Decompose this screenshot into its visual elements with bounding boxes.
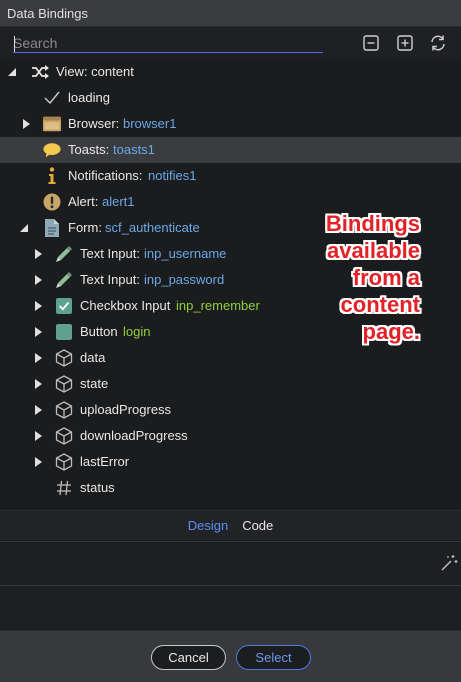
tree-item-label: Browser: <box>68 116 120 131</box>
tree-item-data[interactable]: data <box>0 345 461 371</box>
binding-editor[interactable] <box>0 541 461 586</box>
tree-item-label: lastError <box>80 454 130 469</box>
plus-square-icon <box>397 35 413 51</box>
speech-bubble-icon <box>43 141 61 159</box>
refresh-button[interactable] <box>429 34 447 52</box>
tree-item-value: inp_remember <box>176 298 260 313</box>
browser-window-icon <box>43 115 61 133</box>
collapsed-arrow-icon[interactable] <box>33 327 43 337</box>
tree-item-value: scf_authenticate <box>105 220 200 235</box>
search-input[interactable] <box>13 33 323 53</box>
view-tabs: Design Code <box>0 510 461 540</box>
tree-item-browser[interactable]: Browser: browser1 <box>0 111 461 137</box>
annotation-line: content <box>340 292 420 317</box>
tree-item-value: inp_password <box>144 272 225 287</box>
collapsed-arrow-icon[interactable] <box>33 405 43 415</box>
title-bar: Data Bindings <box>0 0 461 27</box>
tree-item-label: View: content <box>56 64 134 79</box>
check-icon <box>43 89 61 107</box>
tree-item-value: notifies1 <box>148 168 197 183</box>
tree-item-notifications[interactable]: Notifications: notifies1 <box>0 163 461 189</box>
annotation-line: available <box>327 238 420 263</box>
binding-preview <box>0 586 461 630</box>
select-button[interactable]: Select <box>236 645 311 670</box>
annotation-line: Bindings <box>325 211 420 236</box>
cube-icon <box>55 427 73 445</box>
tab-design[interactable]: Design <box>188 518 228 533</box>
collapsed-arrow-icon[interactable] <box>33 431 43 441</box>
cube-icon <box>55 401 73 419</box>
annotation-callout: Bindings available from a content page. <box>300 210 420 345</box>
tree-item-label: Toasts: <box>68 142 110 157</box>
cube-icon <box>55 375 73 393</box>
text-caret <box>14 36 15 52</box>
tree-item-label: status <box>80 480 115 495</box>
button-icon <box>55 323 73 341</box>
alert-icon <box>43 193 61 211</box>
tree-item-label: Text Input: <box>80 246 140 261</box>
collapse-all-button[interactable] <box>362 34 380 52</box>
tree-item-label: uploadProgress <box>80 402 172 417</box>
minus-square-icon <box>363 35 379 51</box>
tree-item-loading[interactable]: loading <box>0 85 461 111</box>
hash-icon <box>55 479 73 497</box>
shuffle-icon <box>31 63 49 81</box>
dialog-footer: Cancel Select <box>0 630 461 682</box>
annotation-line: from a <box>352 265 420 290</box>
checkbox-icon <box>55 297 73 315</box>
refresh-icon <box>431 35 445 51</box>
tree-item-value: toasts1 <box>113 142 155 157</box>
tree-item-label: downloadProgress <box>80 428 188 443</box>
tree-item-label: Button <box>80 324 118 339</box>
tree-item-label: Checkbox Input <box>80 298 171 313</box>
collapsed-arrow-icon[interactable] <box>21 119 31 129</box>
collapsed-arrow-icon[interactable] <box>33 379 43 389</box>
expand-all-button[interactable] <box>396 34 414 52</box>
collapsed-arrow-icon[interactable] <box>33 275 43 285</box>
tree-item-state[interactable]: state <box>0 371 461 397</box>
collapsed-arrow-icon[interactable] <box>33 457 43 467</box>
tree-item-value: alert1 <box>102 194 135 209</box>
search-bar <box>0 27 461 59</box>
magic-wand-icon[interactable] <box>440 554 458 572</box>
document-icon <box>43 219 61 237</box>
collapsed-arrow-icon[interactable] <box>33 353 43 363</box>
cancel-button[interactable]: Cancel <box>151 645 226 670</box>
tree-item-label: state <box>80 376 109 391</box>
tree-item-download-progress[interactable]: downloadProgress <box>0 423 461 449</box>
tree-item-value: browser1 <box>123 116 177 131</box>
tree-item-value: login <box>123 324 151 339</box>
cube-icon <box>55 453 73 471</box>
tree-item-upload-progress[interactable]: uploadProgress <box>0 397 461 423</box>
tree-item-label: Form: <box>68 220 102 235</box>
expanded-arrow-icon[interactable] <box>19 223 29 233</box>
tree-item-label: Notifications: <box>68 168 143 183</box>
cube-icon <box>55 349 73 367</box>
tree-item-last-error[interactable]: lastError <box>0 449 461 475</box>
window-title: Data Bindings <box>7 6 88 21</box>
tree-item-toasts[interactable]: Toasts: toasts1 <box>0 137 461 163</box>
info-icon <box>43 167 61 185</box>
tree-item-value: inp_username <box>144 246 227 261</box>
pencil-icon <box>55 271 73 289</box>
tree-item-label: Text Input: <box>80 272 140 287</box>
tree-item-status[interactable]: status <box>0 475 461 501</box>
tree-item-label: data <box>80 350 106 365</box>
tree-item-label: loading <box>68 90 110 105</box>
collapsed-arrow-icon[interactable] <box>33 301 43 311</box>
collapsed-arrow-icon[interactable] <box>33 249 43 259</box>
annotation-line: page. <box>362 319 420 344</box>
tree-item-view-content[interactable]: View: content <box>0 59 461 85</box>
tab-code[interactable]: Code <box>242 518 273 533</box>
tree-item-label: Alert: <box>68 194 99 209</box>
pencil-icon <box>55 245 73 263</box>
expanded-arrow-icon[interactable] <box>7 67 17 77</box>
